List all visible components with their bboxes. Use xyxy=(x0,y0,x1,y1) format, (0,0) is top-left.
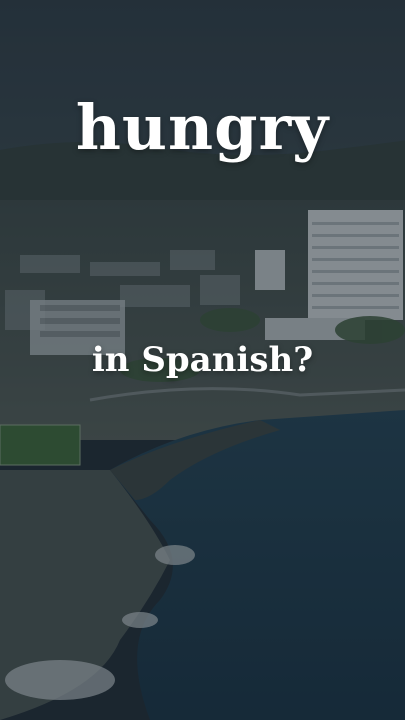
question-caption: in Spanish? xyxy=(91,340,314,380)
vocabulary-word: hungry xyxy=(75,91,330,164)
video-frame: hungry in Spanish? xyxy=(0,0,405,720)
